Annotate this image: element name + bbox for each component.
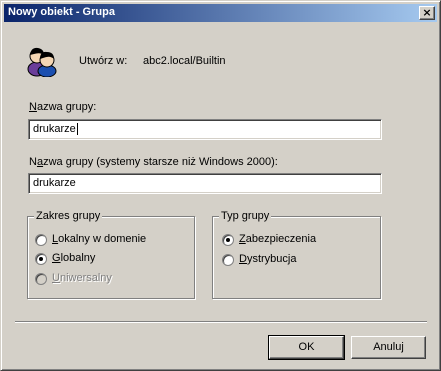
title-bar[interactable]: Nowy obiekt - Grupa × [4, 4, 437, 22]
group-type-title: Typ grupy [219, 210, 272, 222]
type-security-label[interactable]: Zabezpieczenia [239, 233, 316, 245]
close-button[interactable]: × [419, 6, 435, 20]
scope-universal-text: niwersalny [59, 272, 112, 284]
group-name-label-accel: N [29, 101, 37, 113]
create-in-value: abc2.local/Builtin [143, 55, 226, 67]
scope-domain-local-label[interactable]: Lokalny w domenie [52, 233, 146, 245]
scope-global-accel: G [52, 252, 61, 264]
group-scope-title: Zakres grupy [34, 210, 103, 222]
type-distribution-text: ystrybucja [246, 253, 297, 265]
legacy-name-input[interactable]: drukarze [28, 173, 382, 194]
dialog-window: Nowy obiekt - Grupa × Utwórz w: abc2.loc… [0, 0, 441, 371]
scope-universal-radio[interactable] [35, 273, 47, 285]
scope-global-text: lobalny [60, 252, 96, 264]
legacy-name-label-pre: N [29, 156, 37, 168]
group-type-box: Typ grupy [212, 210, 381, 299]
group-name-label-text: azwa grupy: [36, 101, 97, 113]
legacy-name-input-value: drukarze [33, 177, 76, 189]
group-users-icon [25, 43, 59, 78]
type-distribution-radio[interactable] [222, 254, 234, 266]
group-name-input[interactable]: drukarze [28, 119, 382, 140]
separator [15, 321, 427, 323]
scope-global-label[interactable]: Globalny [52, 252, 95, 264]
scope-domain-local-text: okalny w domenie [58, 233, 147, 245]
group-name-input-value: drukarze [33, 123, 76, 135]
type-distribution-accel: D [239, 253, 247, 265]
legacy-name-label: Nazwa grupy (systemy starsze niż Windows… [29, 156, 278, 168]
legacy-name-label-text: zwa grupy (systemy starsze niż Windows 2… [43, 156, 278, 168]
type-security-radio[interactable] [222, 234, 234, 246]
type-security-accel: Z [239, 233, 246, 245]
ok-button[interactable]: OK [268, 335, 345, 360]
scope-global-radio[interactable] [35, 253, 47, 265]
group-name-label: Nazwa grupy: [29, 101, 96, 113]
window-title: Nowy obiekt - Grupa [8, 6, 115, 18]
scope-universal-label[interactable]: Uniwersalny [52, 272, 112, 284]
cancel-button[interactable]: Anuluj [351, 336, 426, 359]
type-distribution-label[interactable]: Dystrybucja [239, 253, 296, 265]
type-security-text: abezpieczenia [245, 233, 317, 245]
scope-domain-local-radio[interactable] [35, 234, 47, 246]
scope-universal-accel: U [52, 272, 60, 284]
create-in-label: Utwórz w: [79, 55, 128, 67]
